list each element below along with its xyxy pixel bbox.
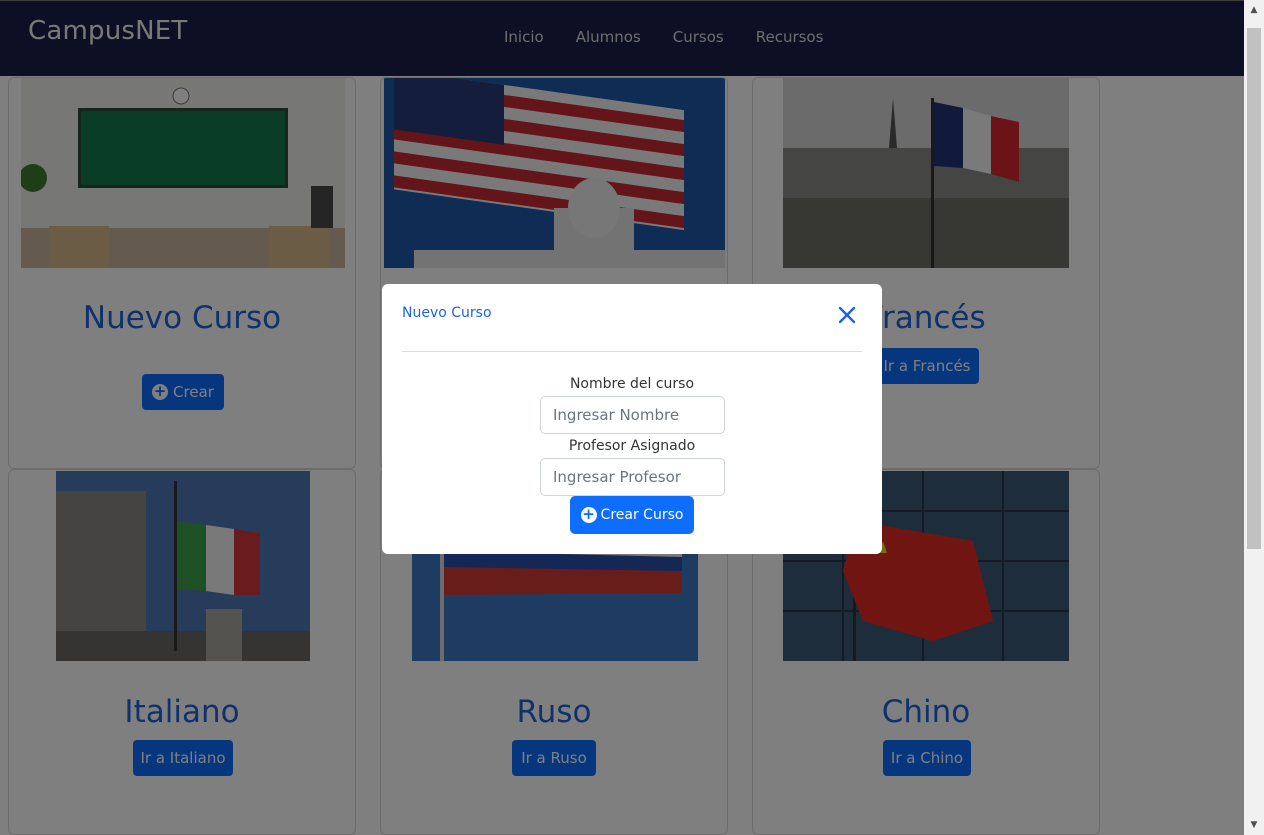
nombre-curso-label: Nombre del curso bbox=[569, 376, 695, 392]
profesor-label: Profesor Asignado bbox=[568, 438, 696, 454]
scrollbar-thumb[interactable] bbox=[1247, 28, 1261, 549]
modal-divider bbox=[402, 351, 862, 352]
close-icon[interactable] bbox=[836, 304, 858, 326]
scroll-up-arrow-icon[interactable]: ▲ bbox=[1244, 0, 1264, 20]
profesor-input[interactable] bbox=[540, 458, 725, 496]
nuevo-curso-modal: Nuevo Curso Nombre del curso Profesor As… bbox=[382, 284, 882, 554]
scroll-down-arrow-icon[interactable]: ▼ bbox=[1244, 815, 1264, 835]
crear-curso-label: Crear Curso bbox=[600, 507, 684, 523]
plus-circle-icon: + bbox=[580, 505, 597, 523]
nombre-curso-input[interactable] bbox=[540, 396, 725, 434]
vertical-scrollbar[interactable]: ▲ ▼ bbox=[1244, 0, 1264, 835]
crear-curso-button[interactable]: + Crear Curso bbox=[570, 496, 694, 534]
modal-title: Nuevo Curso bbox=[402, 305, 492, 321]
